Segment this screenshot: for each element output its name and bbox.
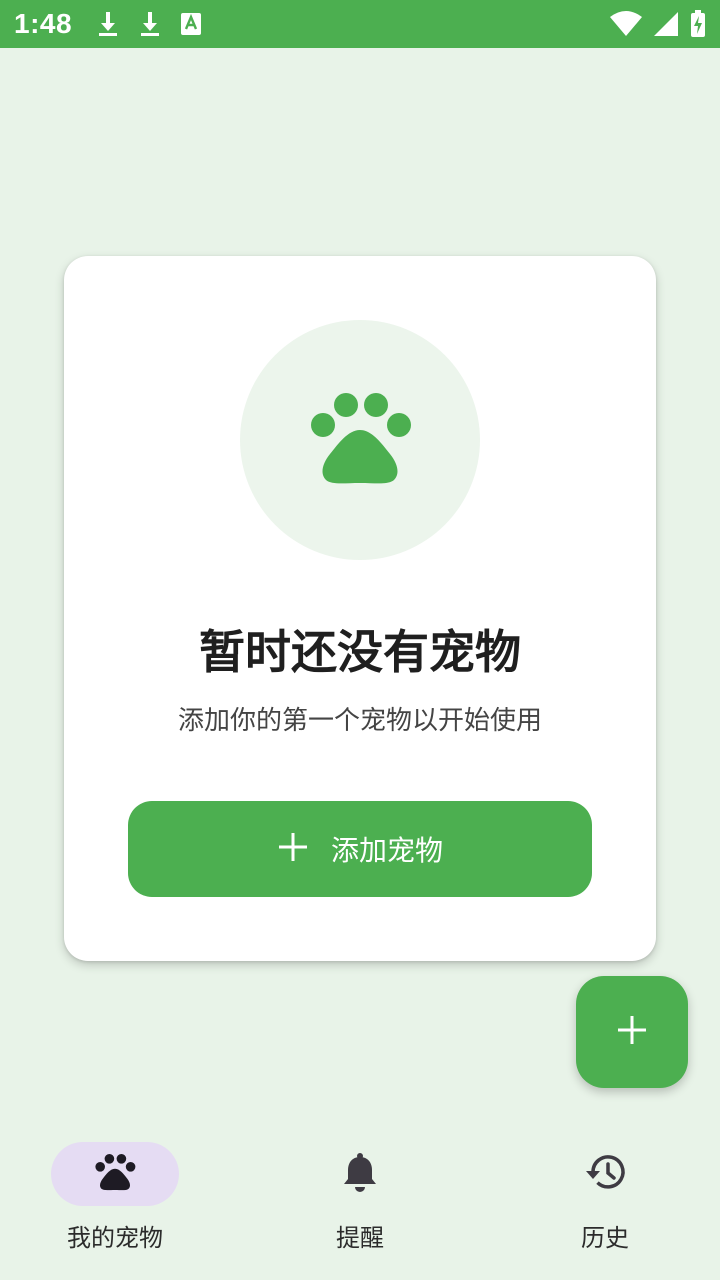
nav-item-history[interactable]: 历史 [515,1142,695,1262]
download-icon [96,10,120,38]
download-icon [138,10,162,38]
add-pet-button[interactable]: 添加宠物 [128,801,592,897]
paw-illustration [240,320,480,560]
nav-item-my-pets[interactable]: 我的宠物 [25,1142,205,1262]
nav-label: 历史 [581,1224,629,1252]
bell-icon [342,1152,378,1196]
nav-label: 我的宠物 [67,1224,163,1252]
nav-active-indicator [51,1142,179,1206]
plus-icon [616,1014,648,1050]
add-pet-button-label: 添加宠物 [330,834,443,867]
status-system-icons [610,10,706,38]
history-icon [583,1152,627,1196]
status-bar: 1:48 [0,0,720,48]
nav-item-reminders[interactable]: 提醒 [270,1142,450,1262]
empty-state-card: 暂时还没有宠物 添加你的第一个宠物以开始使用 添加宠物 [64,256,656,961]
battery-icon [690,10,706,38]
bottom-navigation: 我的宠物 提醒 历史 [0,1120,720,1280]
paw-icon [308,388,412,492]
status-time: 1:48 [14,8,73,39]
text-icon [180,12,202,36]
paw-icon [94,1152,136,1196]
plus-icon [277,831,309,867]
status-notification-icons [96,10,202,38]
add-fab[interactable] [576,976,688,1088]
nav-label: 提醒 [336,1224,384,1252]
signal-icon [654,11,678,37]
wifi-icon [610,11,642,37]
empty-state-subtitle: 添加你的第一个宠物以开始使用 [177,706,542,736]
empty-state-title: 暂时还没有宠物 [199,625,521,679]
